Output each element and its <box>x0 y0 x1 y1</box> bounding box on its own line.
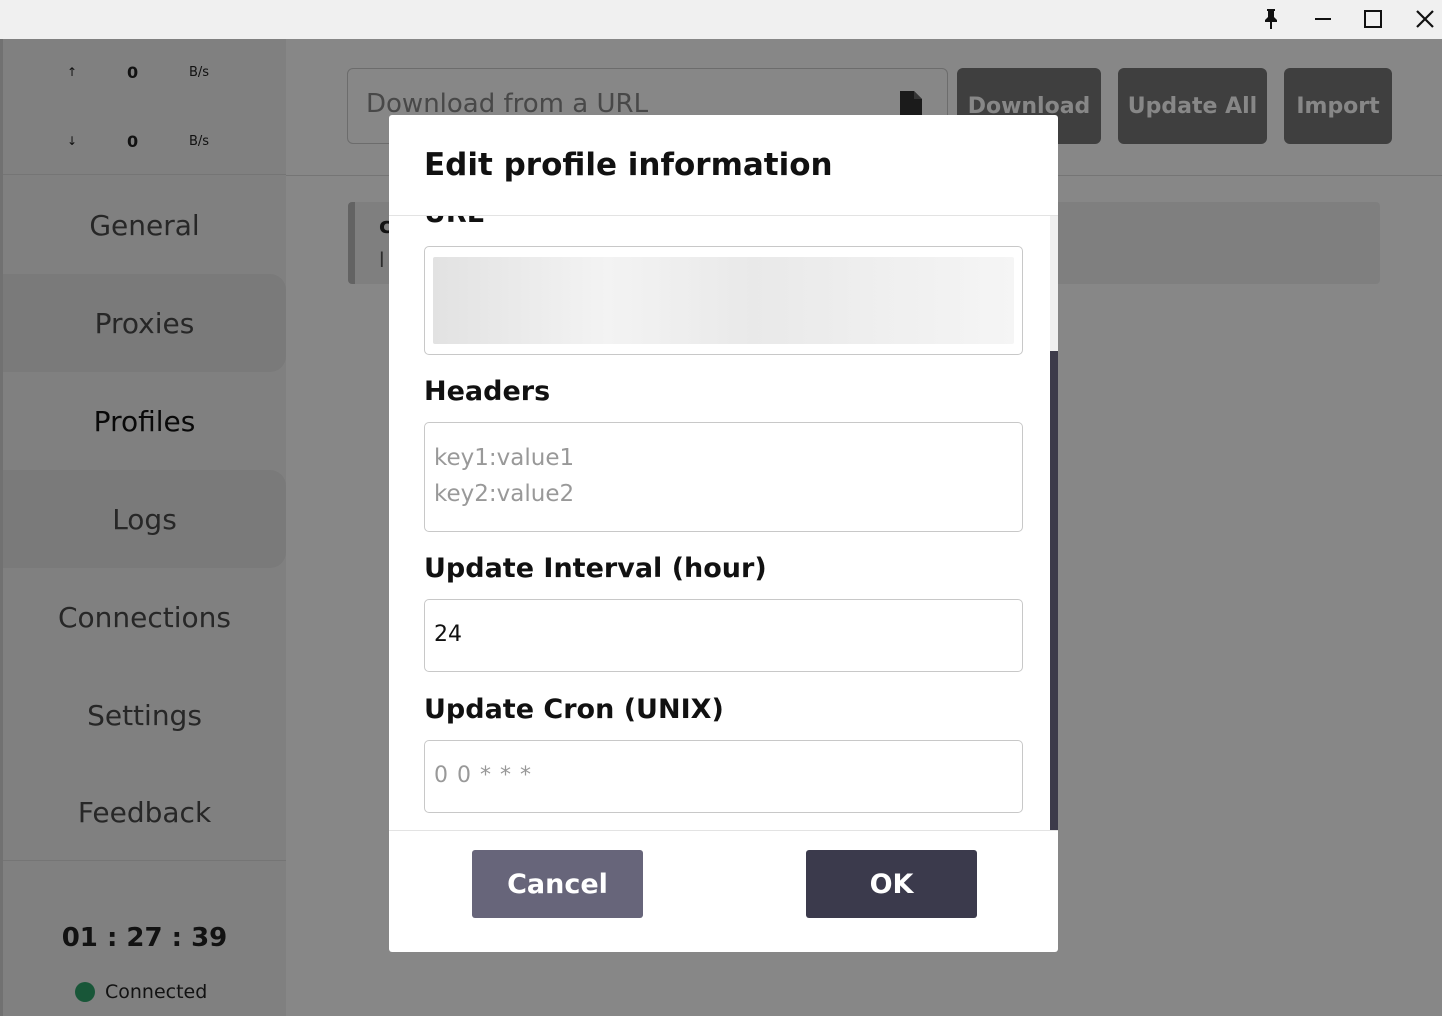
headers-placeholder-line1: key1:value1 <box>434 445 575 471</box>
dialog-body: URL Headers key1:value1 key2:value2 Upda… <box>389 215 1058 831</box>
update-cron-input[interactable]: 0 0 * * * <box>424 740 1023 813</box>
edit-profile-dialog: Edit profile information URL Headers key… <box>389 115 1058 952</box>
ok-button[interactable]: OK <box>806 850 977 918</box>
update-interval-value: 24 <box>434 622 462 647</box>
minimize-icon[interactable] <box>1308 4 1338 34</box>
dialog-scrollbar-thumb[interactable] <box>1050 351 1058 830</box>
url-field-value-redacted <box>433 257 1014 344</box>
update-cron-label: Update Cron (UNIX) <box>424 694 724 725</box>
maximize-icon[interactable] <box>1358 4 1388 34</box>
update-interval-label: Update Interval (hour) <box>424 553 767 584</box>
update-interval-input[interactable]: 24 <box>424 599 1023 672</box>
update-cron-placeholder: 0 0 * * * <box>434 763 532 788</box>
close-icon[interactable] <box>1410 4 1440 34</box>
cancel-button[interactable]: Cancel <box>472 850 643 918</box>
url-field-label: URL <box>424 216 484 229</box>
url-field[interactable] <box>424 246 1023 355</box>
dialog-title: Edit profile information <box>424 147 833 183</box>
headers-textarea[interactable]: key1:value1 key2:value2 <box>424 422 1023 532</box>
headers-field-label: Headers <box>424 376 551 407</box>
window-titlebar <box>0 0 1442 39</box>
headers-placeholder-line2: key2:value2 <box>434 481 575 507</box>
pin-icon[interactable] <box>1256 4 1286 34</box>
